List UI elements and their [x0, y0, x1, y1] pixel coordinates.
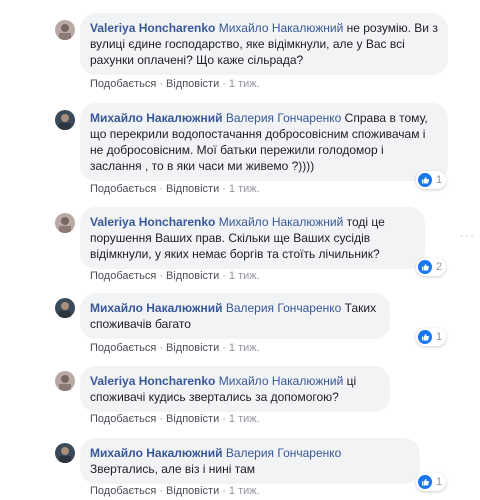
comment-bubble: Valeriya Honcharenko Михайло Накалюжний …	[80, 207, 425, 269]
comment-author[interactable]: Михайло Накалюжний	[90, 111, 222, 125]
reply-link[interactable]: Відповісти	[166, 413, 219, 425]
comment-mention[interactable]: Валерия Гончаренко	[226, 446, 342, 460]
reaction-number: 1	[436, 331, 443, 343]
like-link[interactable]: Подобається	[90, 270, 156, 282]
thumbs-up-icon	[418, 173, 432, 187]
like-link[interactable]: Подобається	[90, 413, 156, 425]
comment-mention[interactable]: Михайло Накалюжний	[219, 21, 344, 35]
avatar[interactable]	[55, 298, 75, 318]
comment-author[interactable]: Valeriya Honcharenko	[90, 374, 215, 388]
like-link[interactable]: Подобається	[90, 78, 156, 90]
reply-link[interactable]: Відповісти	[166, 485, 219, 497]
reaction-number: 2	[436, 261, 443, 273]
reaction-number: 1	[436, 476, 443, 488]
reply-link[interactable]: Відповісти	[166, 270, 219, 282]
reply-link[interactable]: Відповісти	[166, 342, 219, 354]
comment-mention[interactable]: Валерия Гончаренко	[226, 111, 342, 125]
comment-mention[interactable]: Михайло Накалюжний	[219, 215, 344, 229]
thumbs-up-icon	[418, 475, 432, 489]
comment-author[interactable]: Михайло Накалюжний	[90, 446, 222, 460]
comment-thread: Valeriya Honcharenko Михайло Накалюжний …	[0, 0, 480, 500]
comment-actions: Подобається · Відповісти · 1 тиж.	[90, 270, 260, 282]
comment-timestamp[interactable]: 1 тиж.	[229, 413, 260, 425]
comment-actions: Подобається · Відповісти · 1 тиж.	[90, 183, 260, 195]
comment-actions: Подобається · Відповісти · 1 тиж.	[90, 78, 260, 90]
comment-author[interactable]: Михайло Накалюжний	[90, 301, 222, 315]
comment-text: Звертались, але віз і нині там	[90, 462, 256, 476]
comment-timestamp[interactable]: 1 тиж.	[229, 78, 260, 90]
comment-author[interactable]: Valeriya Honcharenko	[90, 21, 215, 35]
comment-timestamp[interactable]: 1 тиж.	[229, 485, 260, 497]
avatar[interactable]	[55, 213, 75, 233]
comment-timestamp[interactable]: 1 тиж.	[229, 342, 260, 354]
comment-bubble: Михайло Накалюжний Валерия Гончаренко Зв…	[80, 438, 420, 484]
reaction-number: 1	[436, 174, 443, 186]
comment-bubble: Valeriya Honcharenko Михайло Накалюжний …	[80, 13, 448, 75]
comment-actions: Подобається · Відповісти · 1 тиж.	[90, 413, 260, 425]
comment-mention[interactable]: Михайло Накалюжний	[219, 374, 344, 388]
reaction-count[interactable]: 1	[416, 171, 447, 189]
reaction-count[interactable]: 2	[416, 258, 447, 276]
comment-actions: Подобається · Відповісти · 1 тиж.	[90, 342, 260, 354]
comment-bubble: Valeriya Honcharenko Михайло Накалюжний …	[80, 366, 390, 412]
more-options-icon[interactable]: ···	[460, 228, 475, 242]
comment-bubble: Михайло Накалюжний Валерия Гончаренко Та…	[80, 293, 390, 339]
avatar[interactable]	[55, 443, 75, 463]
like-link[interactable]: Подобається	[90, 342, 156, 354]
reaction-count[interactable]: 1	[416, 328, 447, 346]
reply-link[interactable]: Відповісти	[166, 78, 219, 90]
like-link[interactable]: Подобається	[90, 183, 156, 195]
reply-link[interactable]: Відповісти	[166, 183, 219, 195]
comment-timestamp[interactable]: 1 тиж.	[229, 183, 260, 195]
reaction-count[interactable]: 1	[416, 473, 447, 491]
avatar[interactable]	[55, 371, 75, 391]
comment-author[interactable]: Valeriya Honcharenko	[90, 215, 215, 229]
comment-timestamp[interactable]: 1 тиж.	[229, 270, 260, 282]
avatar[interactable]	[55, 20, 75, 40]
comment-mention[interactable]: Валерия Гончаренко	[226, 301, 342, 315]
avatar[interactable]	[55, 110, 75, 130]
like-link[interactable]: Подобається	[90, 485, 156, 497]
thumbs-up-icon	[418, 330, 432, 344]
comment-bubble: Михайло Накалюжний Валерия Гончаренко Сп…	[80, 103, 448, 181]
thumbs-up-icon	[418, 260, 432, 274]
comment-actions: Подобається · Відповісти · 1 тиж.	[90, 485, 260, 497]
